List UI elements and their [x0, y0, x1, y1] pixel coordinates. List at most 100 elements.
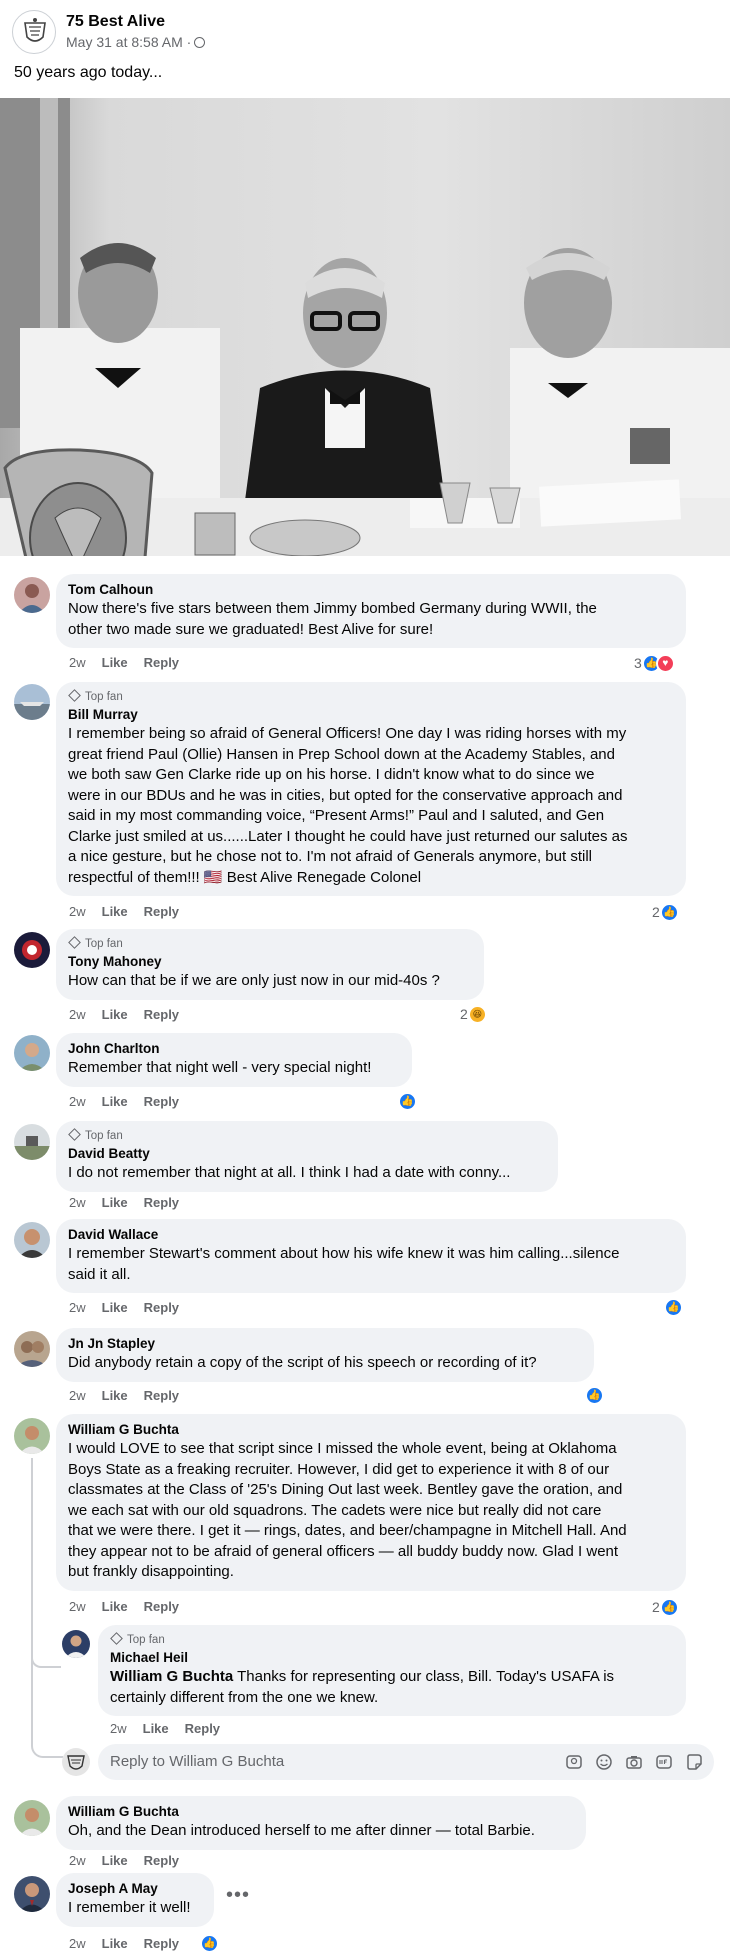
reply-button[interactable]: Reply: [185, 1721, 220, 1736]
sticker-icon[interactable]: [684, 1752, 704, 1772]
reaction-summary[interactable]: 3 👍 ♥: [634, 653, 675, 673]
comment-author[interactable]: David Wallace: [68, 1226, 674, 1244]
like-button[interactable]: Like: [102, 1195, 128, 1210]
commenter-avatar[interactable]: [14, 1876, 50, 1912]
reaction-summary[interactable]: 👍: [398, 1091, 417, 1111]
comment-author[interactable]: Tony Mahoney: [68, 953, 472, 971]
reply-button[interactable]: Reply: [144, 1007, 179, 1022]
comment-actions: 2w Like Reply: [69, 1094, 195, 1109]
comment-text-line: great friend Paul (Ollie) Hansen in Prep…: [68, 745, 615, 763]
like-button[interactable]: Like: [102, 1599, 128, 1614]
emoji-icon[interactable]: [594, 1752, 614, 1772]
gif-icon[interactable]: [654, 1752, 674, 1772]
comment-time[interactable]: 2w: [69, 655, 86, 670]
comment-author[interactable]: Tom Calhoun: [68, 581, 674, 599]
commenter-avatar[interactable]: [14, 1418, 50, 1454]
commenter-avatar[interactable]: [14, 577, 50, 613]
commenter-avatar[interactable]: [14, 1035, 50, 1071]
reply-button[interactable]: Reply: [144, 1599, 179, 1614]
reply-button[interactable]: Reply: [144, 1195, 179, 1210]
comment-time[interactable]: 2w: [69, 1300, 86, 1315]
avatar-image: [14, 684, 50, 720]
commenter-avatar[interactable]: [14, 932, 50, 968]
like-button[interactable]: Like: [102, 1853, 128, 1868]
reply-button[interactable]: Reply: [144, 655, 179, 670]
comment-author[interactable]: William G Buchta: [68, 1803, 574, 1821]
comment-time[interactable]: 2w: [69, 1094, 86, 1109]
comment-text-line: said in my most commanding voice, “Prese…: [68, 807, 605, 824]
commenter-avatar[interactable]: [14, 1124, 50, 1160]
commenter-avatar[interactable]: [14, 1331, 50, 1367]
reaction-summary[interactable]: 👍: [664, 1297, 683, 1317]
reaction-summary[interactable]: 👍: [200, 1933, 219, 1953]
comment-time[interactable]: 2w: [69, 1936, 86, 1951]
commenter-avatar[interactable]: [14, 1222, 50, 1258]
page-name[interactable]: 75 Best Alive: [66, 13, 165, 31]
comment-author[interactable]: Joseph A May: [68, 1880, 202, 1898]
comment-time[interactable]: 2w: [69, 1388, 86, 1403]
comment-text-line: certainly different from the one we knew…: [110, 1688, 379, 1706]
mention-link[interactable]: William G Buchta: [110, 1668, 233, 1685]
reply-button[interactable]: Reply: [144, 1300, 179, 1315]
reply-input[interactable]: Reply to William G Buchta: [98, 1744, 714, 1780]
commenter-avatar[interactable]: [14, 1800, 50, 1836]
comment-text-line: I remember being so afraid of General Of…: [68, 725, 627, 742]
comment-time[interactable]: 2w: [110, 1721, 127, 1736]
like-button[interactable]: Like: [102, 655, 128, 670]
reaction-count: 2: [652, 1599, 660, 1615]
reply-button[interactable]: Reply: [144, 1936, 179, 1951]
like-button[interactable]: Like: [102, 1094, 128, 1109]
camera-icon[interactable]: [624, 1752, 644, 1772]
post-timestamp[interactable]: May 31 at 8:58 AM ·: [66, 34, 206, 50]
comment-time[interactable]: 2w: [69, 1195, 86, 1210]
comment-author[interactable]: Michael Heil: [110, 1649, 674, 1667]
avatar-image: [62, 1630, 90, 1658]
more-options-icon[interactable]: •••: [226, 1884, 250, 1907]
like-button[interactable]: Like: [143, 1721, 169, 1736]
reaction-summary[interactable]: 2 😆: [460, 1004, 487, 1024]
comment-text-line: Remember that night well - very special …: [68, 1059, 372, 1076]
comment-author[interactable]: Bill Murray: [68, 706, 674, 724]
reply-button[interactable]: Reply: [144, 1853, 179, 1868]
like-button[interactable]: Like: [102, 1936, 128, 1951]
comment-author[interactable]: William G Buchta: [68, 1421, 674, 1439]
reply-button[interactable]: Reply: [144, 1094, 179, 1109]
comment-text-line: were in our BDUs and he was in cities, b…: [68, 786, 623, 804]
comment-text-line: respectful of them!!! 🇺🇸 Best Alive Rene…: [68, 868, 422, 886]
comment-text-line: a nice gesture, but he chose not to. I'm…: [68, 848, 592, 865]
comment-actions: 2w Like Reply: [110, 1721, 236, 1736]
comment-time[interactable]: 2w: [69, 1599, 86, 1614]
comment-text-line: I remember it well!: [68, 1899, 191, 1916]
reaction-summary[interactable]: 2 👍: [652, 902, 679, 922]
comment-actions: 2w Like Reply: [69, 904, 195, 919]
comment-bubble: Jn Jn Stapley Did anybody retain a copy …: [56, 1328, 594, 1382]
reaction-summary[interactable]: 2 👍: [652, 1597, 679, 1617]
current-user-avatar[interactable]: [62, 1748, 90, 1776]
reply-button[interactable]: Reply: [144, 1388, 179, 1403]
commenter-avatar[interactable]: [14, 684, 50, 720]
top-fan-badge: Top fan: [68, 1128, 546, 1144]
comment-bubble: Top fan Tony Mahoney How can that be if …: [56, 929, 484, 1000]
like-button[interactable]: Like: [102, 1007, 128, 1022]
comment-time[interactable]: 2w: [69, 904, 86, 919]
reply-button[interactable]: Reply: [144, 904, 179, 919]
like-reaction-icon: 👍: [659, 1597, 679, 1617]
commenter-avatar[interactable]: [62, 1630, 90, 1658]
post-photo[interactable]: [0, 98, 730, 556]
page-avatar[interactable]: [12, 10, 56, 54]
comment-bubble: William G Buchta Oh, and the Dean introd…: [56, 1796, 586, 1850]
avatar-sticker-icon[interactable]: [564, 1752, 584, 1772]
top-fan-badge: Top fan: [68, 689, 674, 705]
comment-time[interactable]: 2w: [69, 1853, 86, 1868]
comment-bubble: Top fan Bill Murray I remember being so …: [56, 682, 686, 896]
reaction-summary[interactable]: 👍: [585, 1385, 604, 1405]
like-button[interactable]: Like: [102, 1388, 128, 1403]
comment-author[interactable]: Jn Jn Stapley: [68, 1335, 582, 1353]
comment-author[interactable]: John Charlton: [68, 1040, 400, 1058]
comment-author[interactable]: David Beatty: [68, 1145, 546, 1163]
like-button[interactable]: Like: [102, 904, 128, 919]
avatar-image: [14, 1124, 50, 1160]
reaction-count: 2: [652, 904, 660, 920]
like-button[interactable]: Like: [102, 1300, 128, 1315]
comment-time[interactable]: 2w: [69, 1007, 86, 1022]
